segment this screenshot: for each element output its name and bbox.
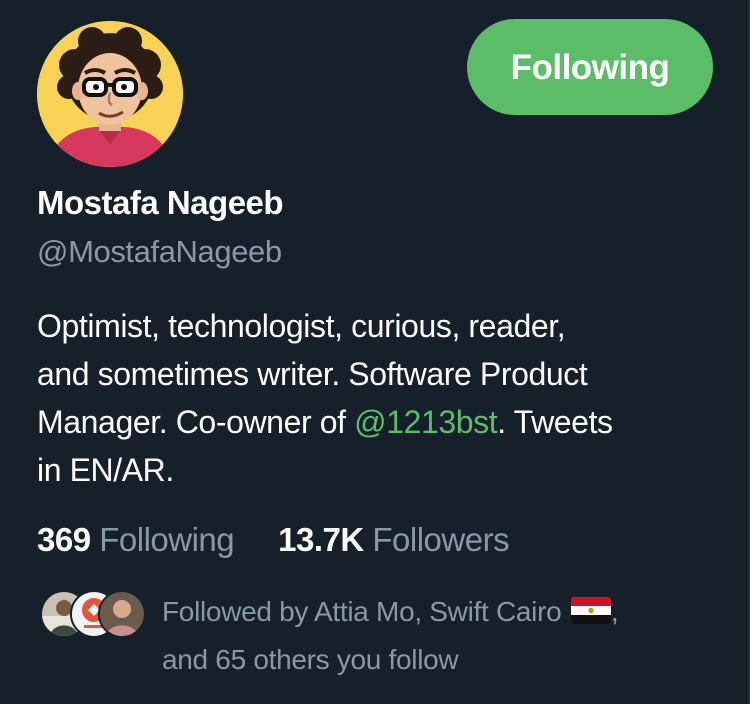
bio-text: Manager. Co-owner of — [37, 404, 355, 440]
following-button[interactable]: Following — [467, 19, 713, 115]
profile-handle[interactable]: @MostafaNageeb — [37, 232, 282, 272]
followed-by-others: and 65 others you follow — [162, 644, 459, 675]
bio-line: in EN/AR. — [37, 452, 174, 488]
profile-stats: 369 Following 13.7K Followers — [37, 518, 510, 562]
followed-by-line: Followed by Attia Mo, Swift Cairo , — [162, 588, 732, 636]
bio-line: Optimist, technologist, curious, reader, — [37, 308, 566, 344]
bio-line: Manager. Co-owner of @1213bst. Tweets — [37, 398, 717, 446]
profile-hover-card: Following Mostafa Nageeb @MostafaNageeb … — [0, 0, 750, 704]
profile-avatar[interactable] — [37, 21, 183, 167]
bio-line: and sometimes writer. Software Product — [37, 356, 588, 392]
following-label: Following — [99, 521, 235, 558]
followed-by-suffix: , — [610, 596, 619, 627]
followed-by-text[interactable]: Followed by Attia Mo, Swift Cairo , and … — [162, 588, 732, 684]
cartoon-portrait-avatar-icon — [37, 21, 183, 167]
profile-bio: Optimist, technologist, curious, reader,… — [37, 302, 717, 494]
egypt-flag-icon — [570, 597, 611, 624]
profile-name[interactable]: Mostafa Nageeb — [37, 183, 284, 223]
following-stat-link[interactable]: 369 Following — [37, 518, 235, 562]
followed-by-names: Followed by Attia Mo, Swift Cairo — [162, 596, 562, 627]
followers-label: Followers — [372, 521, 510, 558]
bio-text: . Tweets — [497, 404, 613, 440]
mutual-avatar — [98, 590, 146, 638]
following-count: 369 — [37, 521, 91, 558]
followers-count: 13.7K — [278, 521, 364, 558]
followers-stat-link[interactable]: 13.7K Followers — [278, 518, 509, 562]
mutual-followers-avatars[interactable] — [40, 590, 146, 638]
bio-mention-link[interactable]: @1213bst — [354, 404, 498, 440]
